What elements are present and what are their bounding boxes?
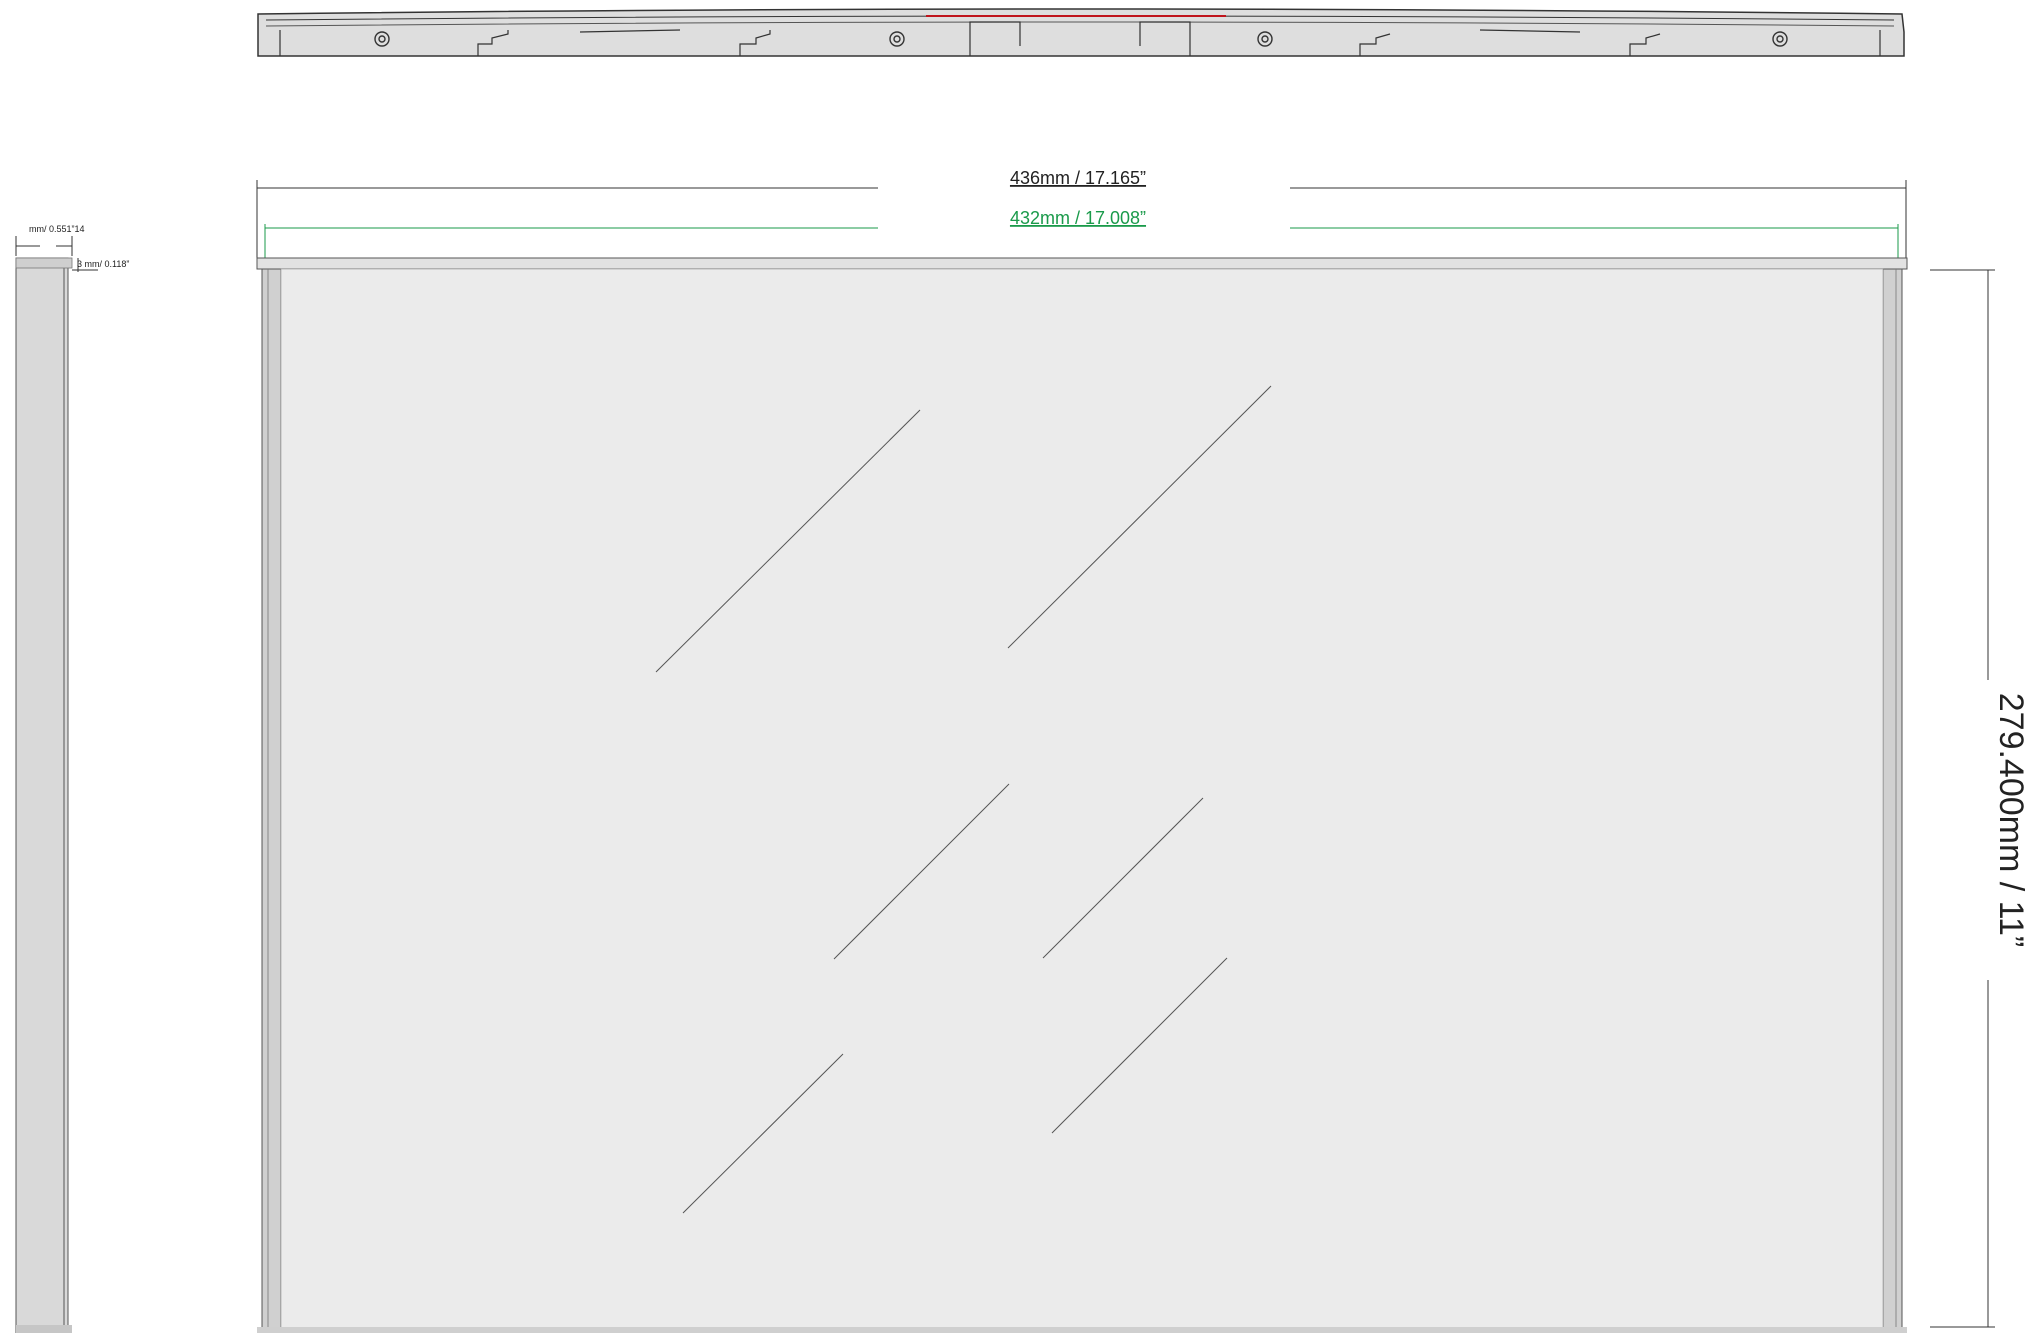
left-rail [261,268,282,1333]
inner-width-label: 432mm / 17.008” [1010,208,1146,228]
front-view [256,257,1908,1333]
top-rail [256,257,1908,270]
overall-width-label: 436mm / 17.165” [1010,168,1146,188]
bottom-rail [257,1327,1907,1333]
wall-thickness-label: 3 mm/ 0.118” [77,259,129,269]
right-rail [1882,268,1903,1333]
glass-panel [280,268,1884,1330]
top-profile-section [257,8,1905,57]
height-dimension: 279.400mm / 11” [1930,269,2030,1328]
height-label: 279.400mm / 11” [1992,693,2030,948]
width-dimension: 436mm / 17.165” 432mm / 17.008” [256,168,1907,262]
side-bottom-cap [16,1325,72,1333]
technical-drawing: mm/ 0.551”14 3 mm/ 0.118” 436mm / 17.165… [15,8,2030,1333]
side-top-cap [15,257,73,269]
side-frame [15,257,69,1333]
side-view: mm/ 0.551”14 3 mm/ 0.118” [15,224,129,1333]
depth-label: mm/ 0.551”14 [29,224,85,234]
